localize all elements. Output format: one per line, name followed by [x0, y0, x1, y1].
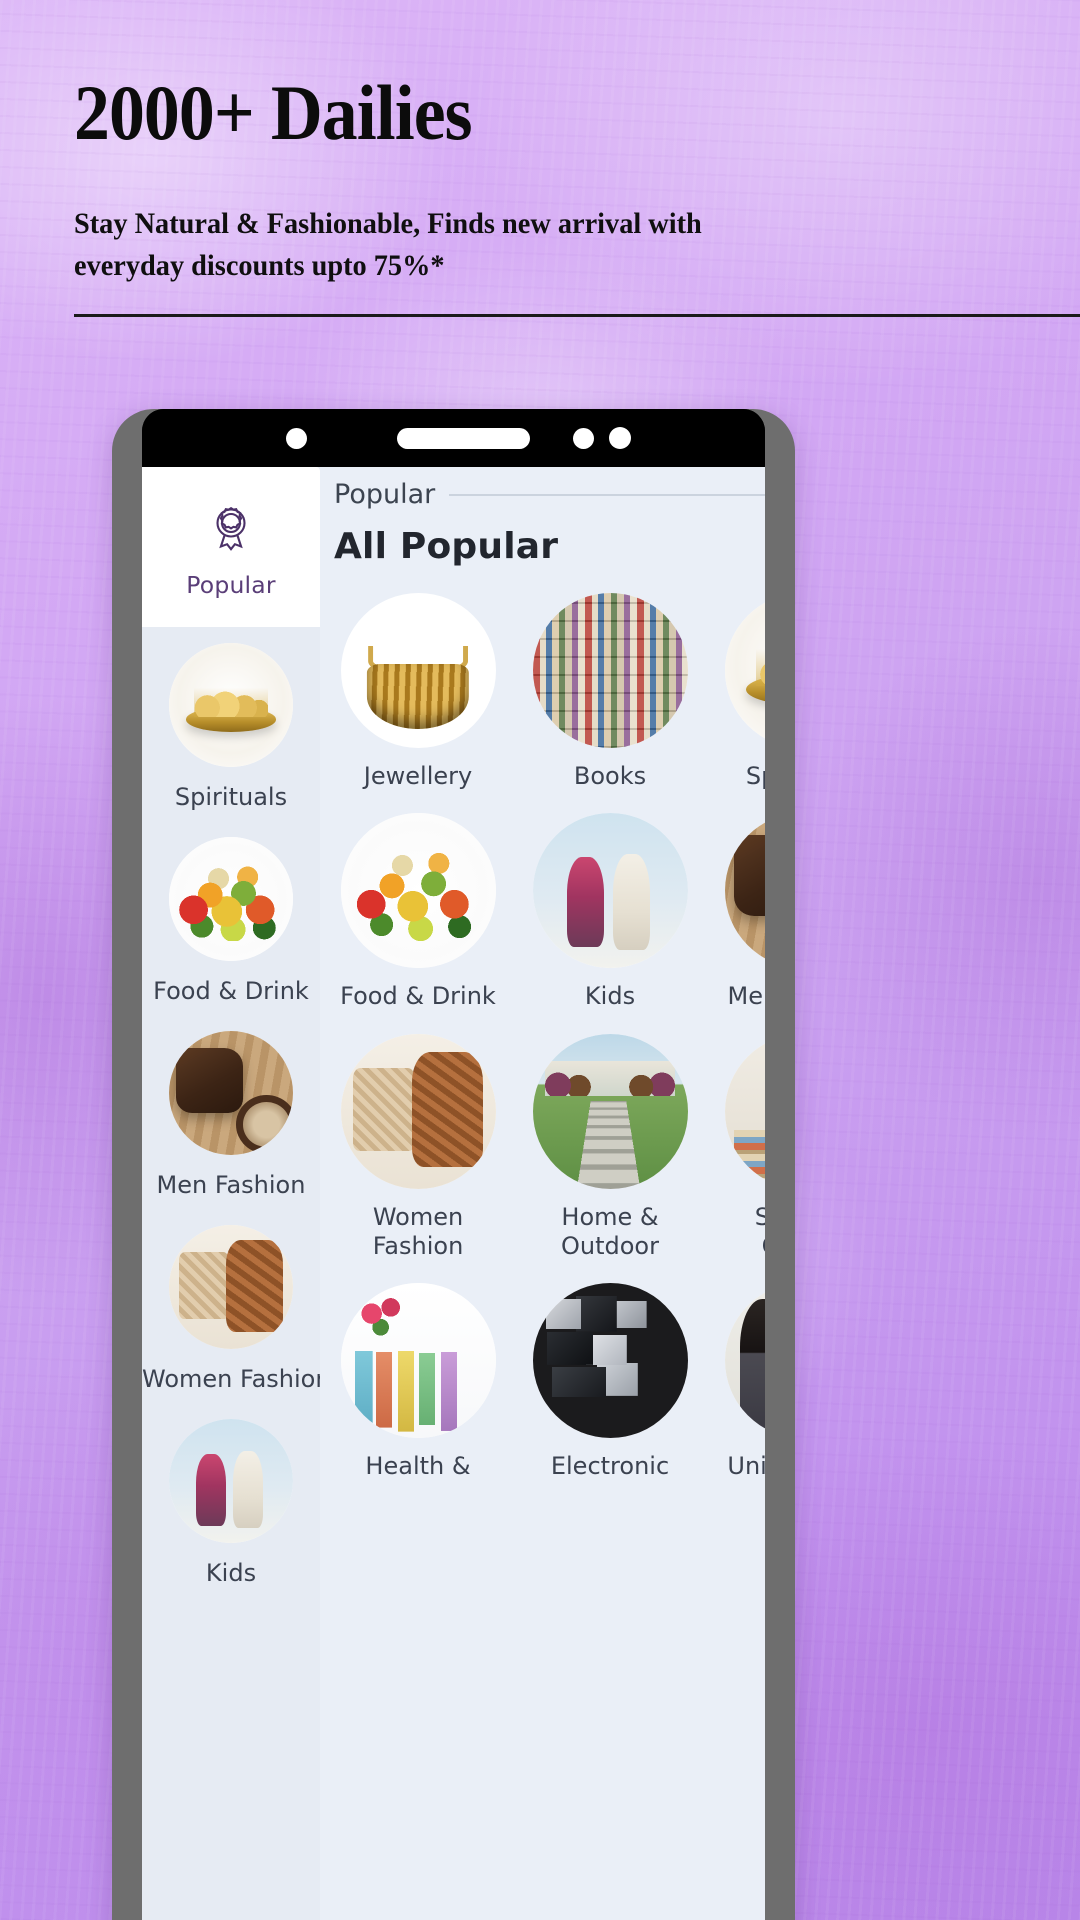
sidebar-item-popular[interactable]: Popular — [142, 467, 320, 627]
section-title: All Popular — [334, 526, 559, 567]
category-card-food-drink[interactable]: Food & Drink — [334, 813, 502, 1011]
promo-subtitle: Stay Natural & Fashionable, Finds new ar… — [74, 208, 702, 282]
spirituals-thumbnail — [169, 643, 293, 767]
category-label: Home & Outdoor — [561, 1202, 659, 1260]
category-card-kids[interactable]: Kids — [526, 813, 694, 1011]
breadcrumb-rule — [449, 493, 765, 496]
men-fashion-thumbnail — [724, 813, 765, 969]
food-drink-thumbnail — [169, 837, 293, 961]
category-label: Food & Drink — [340, 982, 496, 1011]
sidebar-item-women-fashion[interactable]: Women Fashion — [142, 1209, 331, 1403]
award-ribbon-icon — [142, 503, 320, 557]
category-main-panel: Popular All Popular Jewellery Books S Fo… — [320, 467, 765, 1920]
category-label: Kids — [584, 982, 636, 1011]
phone-screen-bezel: Popular Spirituals Food & Drink Men Fash… — [142, 409, 765, 1920]
women-fashion-thumbnail — [340, 1033, 496, 1189]
light-sensor-icon — [609, 427, 631, 449]
camera-dot-icon — [286, 427, 307, 449]
category-card-women-fashion[interactable]: Women Fashion — [334, 1033, 502, 1262]
category-card-electronic[interactable]: Electronic — [526, 1283, 694, 1481]
home-outdoor-thumbnail — [532, 1033, 688, 1189]
spirituals-thumbnail — [724, 593, 765, 748]
food-drink-thumbnail — [340, 813, 496, 969]
category-sidebar[interactable]: Popular Spirituals Food & Drink Men Fash… — [142, 467, 331, 1920]
category-label: Women Fashion — [372, 1202, 464, 1260]
sidebar-item-kids[interactable]: Kids — [142, 1403, 320, 1597]
category-card-books[interactable]: Books — [526, 593, 694, 791]
women-fashion-thumbnail — [169, 1225, 293, 1349]
sidebar-item-label: Popular — [186, 571, 276, 599]
sidebar-item-label: Food & Drink — [153, 977, 309, 1005]
category-label: Jewellery — [363, 762, 473, 790]
category-label: Electronic — [550, 1452, 670, 1481]
category-card-unisex-zone[interactable]: Unisex Zone — [718, 1283, 765, 1481]
earpiece-speaker-icon — [397, 427, 530, 449]
electronic-thumbnail — [532, 1283, 688, 1439]
category-card-home-outdoor[interactable]: Home & Outdoor — [526, 1033, 694, 1262]
category-card-men-fashion[interactable]: Men Fashion — [718, 813, 765, 1011]
sidebar-item-label: Women Fashion — [142, 1365, 331, 1393]
breadcrumb: Popular — [334, 479, 765, 510]
category-grid: Jewellery Books Spirituals Food & Drink — [334, 593, 765, 1481]
category-card-health-beauty[interactable]: Health & — [334, 1283, 502, 1481]
phone-notch-bar — [142, 409, 765, 467]
sidebar-item-label: Kids — [205, 1559, 257, 1587]
sidebar-item-spirituals[interactable]: Spirituals — [142, 627, 320, 821]
category-label: Spirituals — [745, 762, 765, 790]
men-fashion-thumbnail — [169, 1031, 293, 1155]
category-label: Books — [573, 762, 647, 790]
sidebar-item-men-fashion[interactable]: Men Fashion — [142, 1015, 320, 1209]
kids-thumbnail — [532, 813, 688, 969]
header-divider — [74, 313, 1080, 317]
sidebar-item-label: Spirituals — [174, 783, 288, 811]
sidebar-item-food-drink[interactable]: Food & Drink — [142, 821, 320, 1015]
phone-mockup: Popular Spirituals Food & Drink Men Fash… — [112, 409, 795, 1920]
student-corner-thumbnail — [724, 1033, 765, 1189]
page-title: 2000+ Dailies — [74, 69, 473, 156]
category-label: Health & — [365, 1452, 471, 1481]
books-thumbnail — [532, 593, 688, 748]
promo-header: 2000+ Dailies Stay Natural & Fashionable… — [74, 69, 1080, 317]
category-card-jewellery[interactable]: Jewellery — [334, 593, 502, 791]
kids-thumbnail — [169, 1419, 293, 1543]
health-beauty-thumbnail — [340, 1283, 496, 1439]
proximity-sensor-icon — [573, 427, 594, 449]
jewellery-thumbnail — [340, 593, 496, 748]
category-label: Student Corner — [754, 1202, 765, 1260]
category-label: Men Fashion — [727, 982, 765, 1011]
category-card-student-corner[interactable]: Student Corner — [718, 1033, 765, 1262]
category-card-spirituals[interactable]: Spirituals — [718, 593, 765, 791]
app-screen: Popular Spirituals Food & Drink Men Fash… — [142, 467, 765, 1920]
category-label: Unisex Zone — [727, 1452, 765, 1481]
unisex-zone-thumbnail — [724, 1283, 765, 1439]
breadcrumb-label: Popular — [334, 479, 436, 510]
sidebar-item-label: Men Fashion — [156, 1171, 306, 1199]
